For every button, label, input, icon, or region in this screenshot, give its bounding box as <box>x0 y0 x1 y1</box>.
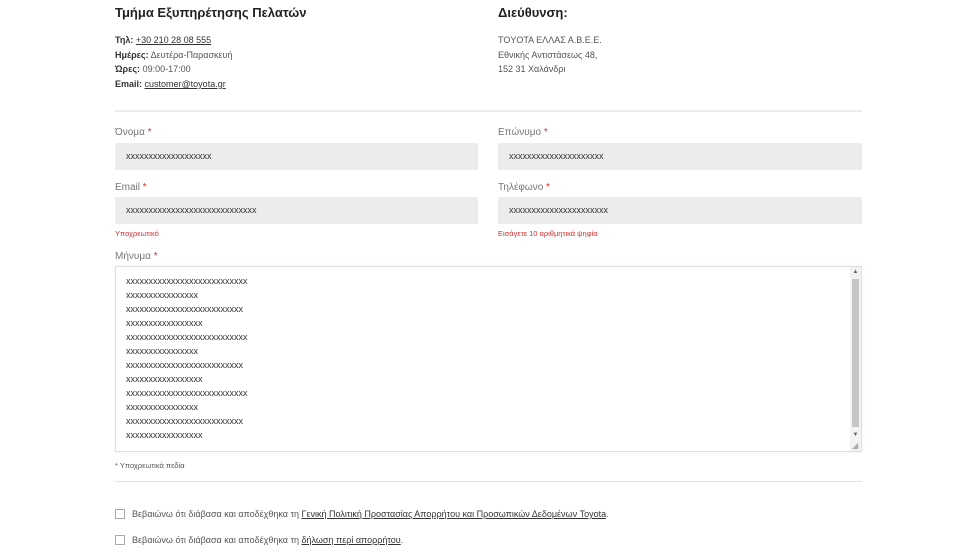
message-line: xxxxxxxxxxxxxxxxx <box>126 374 203 384</box>
message-line: xxxxxxxxxxxxxxxx <box>126 402 198 412</box>
message-label-text: Μήνυμα <box>115 251 151 262</box>
message-line: xxxxxxxxxxxxxxxxxxxxxxxxxxx <box>126 276 248 286</box>
privacy-statement-link[interactable]: δήλωση περί απορρήτου <box>302 535 401 545</box>
phone-input[interactable]: xxxxxxxxxxxxxxxxxxxxxx <box>498 197 862 224</box>
scroll-down-icon[interactable]: ▼ <box>850 430 861 441</box>
resize-handle-icon[interactable]: ◢ <box>852 442 860 450</box>
email-field-label-text: Email <box>115 182 141 193</box>
message-line: xxxxxxxxxxxxxxxxxxxxxxxxxx <box>126 416 243 426</box>
phone-error: Εισάγετε 10 αριθμητικά ψηφία <box>498 229 598 238</box>
hours-line: Ώρες: 09:00-17:00 <box>115 62 475 77</box>
first-name-label: Όνομα * <box>115 127 152 138</box>
message-content: xxxxxxxxxxxxxxxxxxxxxxxxxxx xxxxxxxxxxxx… <box>126 274 248 442</box>
email-line: Email: customer@toyota.gr <box>115 77 475 92</box>
address-line-1: TOYOTA ΕΛΛΑΣ Α.Β.Ε.Ε. <box>498 35 602 45</box>
message-line: xxxxxxxxxxxxxxxx <box>126 290 198 300</box>
scrollbar-thumb[interactable] <box>852 279 859 427</box>
first-name-label-text: Όνομα <box>115 127 145 138</box>
consent-suffix: . <box>606 509 609 519</box>
consent-text: Βεβαιώνω ότι διάβασα και αποδέχθηκα τη <box>132 509 302 519</box>
required-fields-note: * Υποχρεωτικά πεδία <box>115 461 185 470</box>
privacy-policy-link[interactable]: Γενική Πολιτική Προστασίας Απορρήτου και… <box>302 509 607 519</box>
scroll-up-icon[interactable]: ▲ <box>850 267 861 278</box>
email-link[interactable]: customer@toyota.gr <box>145 79 226 89</box>
address-line-3: 152 31 Χαλάνδρι <box>498 64 566 75</box>
phone-line: Τηλ: +30 210 28 08 555 <box>115 33 475 48</box>
address-line-2: Εθνικής Αντιστάσεως 48, <box>498 49 598 60</box>
address-section: Διεύθυνση: TOYOTA ΕΛΛΑΣ Α.Β.Ε.Ε. Εθνικής… <box>498 5 858 77</box>
message-line: xxxxxxxxxxxxxxxxx <box>126 318 203 328</box>
hours-label: Ώρες: <box>115 64 141 75</box>
last-name-input[interactable]: xxxxxxxxxxxxxxxxxxxxx <box>498 143 862 170</box>
message-line: xxxxxxxxxxxxxxxxxxxxxxxxxxx <box>126 332 248 342</box>
message-line: xxxxxxxxxxxxxxxxxxxxxxxxxx <box>126 304 243 314</box>
last-name-label: Επώνυμο * <box>498 127 548 138</box>
customer-service-section: Τμήμα Εξυπηρέτησης Πελατών Τηλ: +30 210 … <box>115 5 475 91</box>
required-asterisk: * <box>546 182 550 193</box>
message-label: Μήνυμα * <box>115 251 158 262</box>
required-asterisk: * <box>142 182 147 193</box>
message-textarea[interactable]: xxxxxxxxxxxxxxxxxxxxxxxxxxx xxxxxxxxxxxx… <box>115 266 862 452</box>
email-field-label: Email * <box>115 182 147 193</box>
first-name-input[interactable]: xxxxxxxxxxxxxxxxxxx <box>115 143 478 170</box>
consent-suffix: . <box>400 535 404 545</box>
message-line: xxxxxxxxxxxxxxxxx <box>126 430 203 440</box>
message-line: xxxxxxxxxxxxxxxx <box>126 346 198 356</box>
days-value: Δευτέρα-Παρασκευή <box>150 49 233 60</box>
privacy-policy-consent[interactable]: Βεβαιώνω ότι διάβασα και αποδέχθηκα τη Γ… <box>115 509 609 519</box>
message-line: xxxxxxxxxxxxxxxxxxxxxxxxxx <box>126 360 243 370</box>
privacy-statement-consent[interactable]: Βεβαιώνω ότι διάβασα και αποδέχθηκα τη δ… <box>115 535 403 545</box>
required-asterisk: * <box>543 127 548 138</box>
consent-text: Βεβαιώνω ότι διάβασα και αποδέχθηκα τη <box>132 535 302 545</box>
required-asterisk: * <box>153 251 158 262</box>
phone-field-label: Τηλέφωνο * <box>498 182 550 193</box>
days-line: Ημέρες: Δευτέρα-Παρασκευή <box>115 48 475 63</box>
bottom-divider <box>115 481 862 482</box>
textarea-scrollbar[interactable]: ▲ ▼ <box>850 267 861 451</box>
hours-value: 09:00-17:00 <box>142 64 191 75</box>
privacy-policy-checkbox[interactable] <box>115 509 125 519</box>
email-error: Υποχρεωτικό <box>115 229 159 238</box>
phone-field-label-text: Τηλέφωνο <box>498 182 544 193</box>
top-divider <box>115 110 862 112</box>
last-name-label-text: Επώνυμο <box>498 127 542 138</box>
days-label: Ημέρες: <box>115 49 149 60</box>
message-line: xxxxxxxxxxxxxxxxxxxxxxxxxxx <box>126 388 248 398</box>
customer-service-title: Τμήμα Εξυπηρέτησης Πελατών <box>115 5 307 20</box>
required-asterisk: * <box>147 127 152 138</box>
phone-label: Τηλ: <box>115 35 134 45</box>
privacy-statement-checkbox[interactable] <box>115 535 125 545</box>
address-title: Διεύθυνση: <box>498 5 568 20</box>
email-input[interactable]: xxxxxxxxxxxxxxxxxxxxxxxxxxxxx <box>115 197 478 224</box>
phone-link[interactable]: +30 210 28 08 555 <box>136 35 211 45</box>
email-label: Email: <box>115 78 143 89</box>
